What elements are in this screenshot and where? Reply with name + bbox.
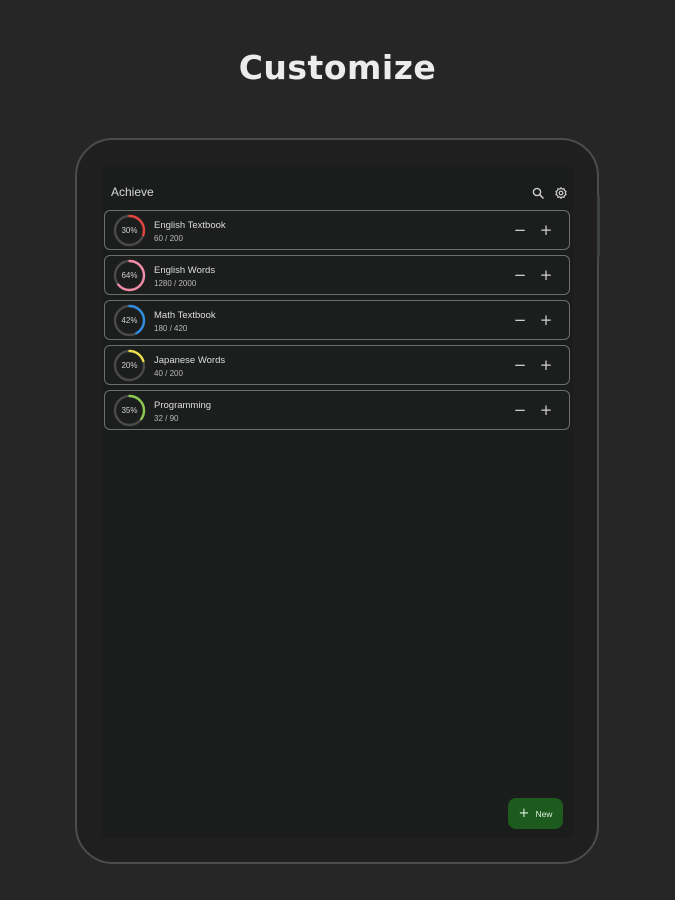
increment-button[interactable]: + <box>536 400 556 420</box>
goal-name: English Textbook <box>154 220 226 231</box>
progress-percent: 64% <box>121 271 138 280</box>
progress-ring: 42% <box>113 304 146 337</box>
progress-ring: 64% <box>113 259 146 292</box>
goal-card[interactable]: 42% Math Textbook 180 / 420 − + <box>104 300 570 340</box>
app-title: Achieve <box>111 185 154 199</box>
page-headline: Customize <box>238 48 437 87</box>
progress-ring: 30% <box>113 214 146 247</box>
increment-button[interactable]: + <box>536 310 556 330</box>
search-icon[interactable] <box>528 183 548 203</box>
goal-card[interactable]: 64% English Words 1280 / 2000 − + <box>104 255 570 295</box>
new-goal-button[interactable]: + New <box>508 798 563 829</box>
increment-button[interactable]: + <box>536 220 556 240</box>
plus-icon: + <box>518 806 530 821</box>
goal-count: 60 / 200 <box>154 234 183 243</box>
decrement-button[interactable]: − <box>510 355 530 375</box>
increment-button[interactable]: + <box>536 355 556 375</box>
page: Customize Achieve 30% English Textbook 6… <box>0 0 675 900</box>
decrement-button[interactable]: − <box>510 310 530 330</box>
goal-name: Programming <box>154 400 212 411</box>
goal-count: 1280 / 2000 <box>154 279 197 288</box>
goal-card[interactable]: 30% English Textbook 60 / 200 − + <box>104 210 570 250</box>
progress-percent: 42% <box>121 316 138 325</box>
goal-name: Japanese Words <box>154 355 226 366</box>
new-button-label: New <box>535 808 553 819</box>
progress-percent: 30% <box>121 226 138 235</box>
app-bar: Achieve <box>101 179 573 207</box>
decrement-button[interactable]: − <box>510 220 530 240</box>
goal-name: English Words <box>154 265 216 276</box>
progress-ring: 35% <box>113 394 146 427</box>
goal-count: 32 / 90 <box>154 414 179 423</box>
decrement-button[interactable]: − <box>510 400 530 420</box>
goal-list: 30% English Textbook 60 / 200− +64% English … <box>104 210 570 435</box>
app-screen: Achieve 30% English Textbook 60 / 200− +64%… <box>101 165 573 838</box>
progress-percent: 20% <box>121 361 138 370</box>
goal-card[interactable]: 20% Japanese Words 40 / 200 − + <box>104 345 570 385</box>
goal-name: Math Textbook <box>154 310 216 321</box>
goal-count: 40 / 200 <box>154 369 183 378</box>
decrement-button[interactable]: − <box>510 265 530 285</box>
progress-ring: 20% <box>113 349 146 382</box>
goal-count: 180 / 420 <box>154 324 188 333</box>
gear-icon[interactable] <box>551 183 571 203</box>
goal-card[interactable]: 35% Programming 32 / 90 − + <box>104 390 570 430</box>
increment-button[interactable]: + <box>536 265 556 285</box>
progress-percent: 35% <box>121 406 138 415</box>
tablet-side-button <box>597 195 600 257</box>
